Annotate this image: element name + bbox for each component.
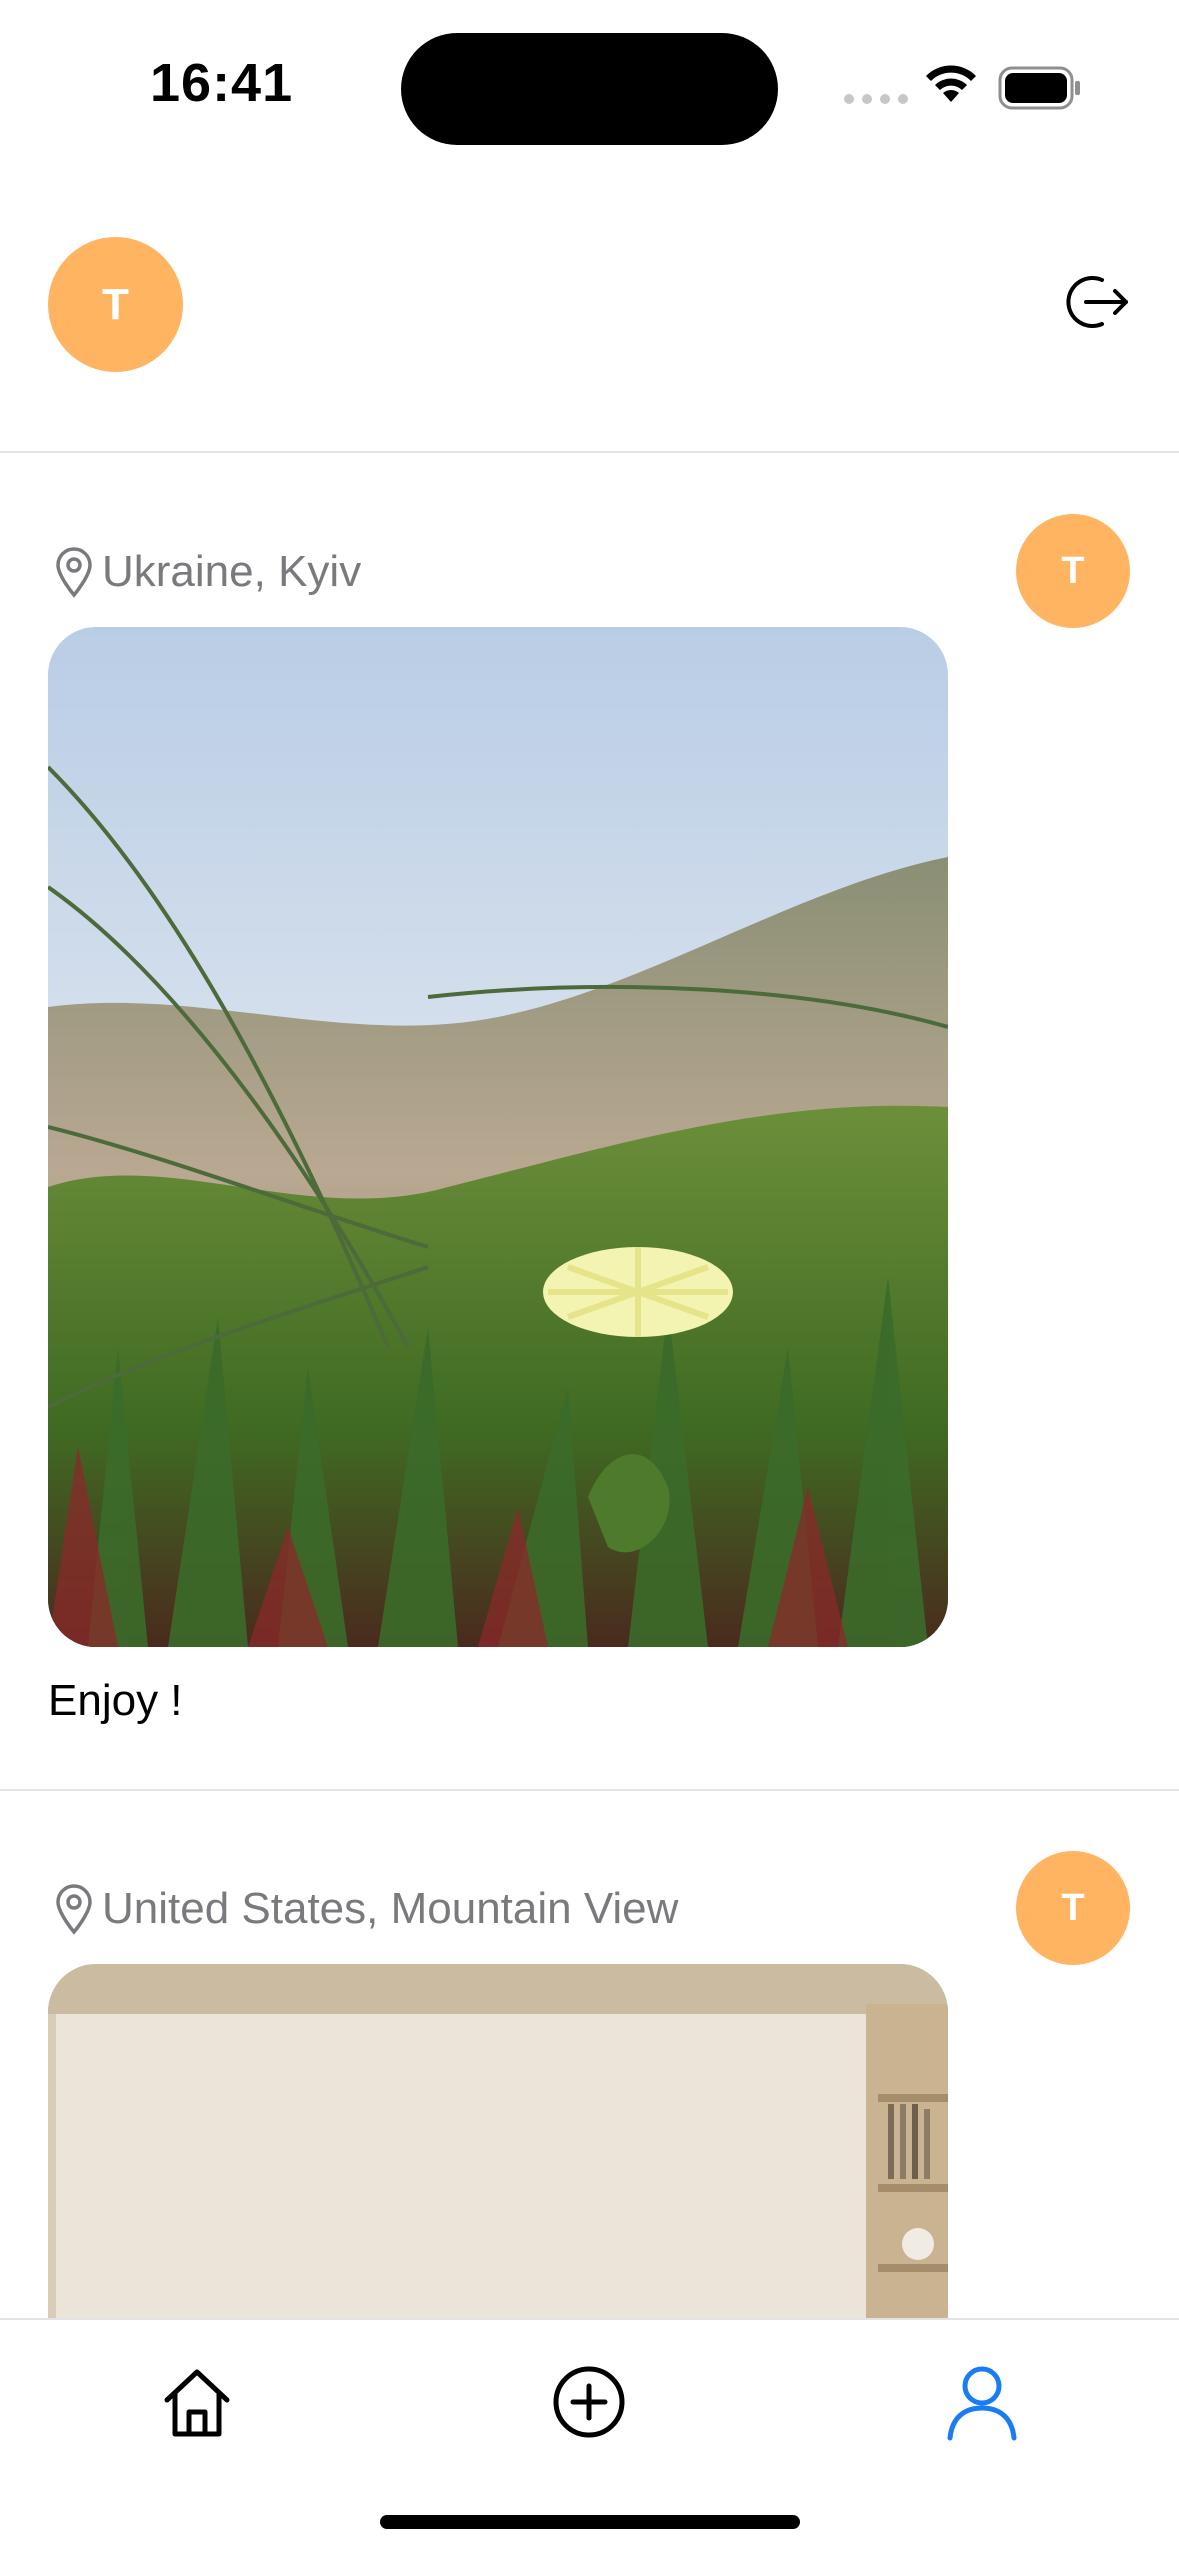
post-location: United States, Mountain View: [54, 1883, 678, 1935]
status-time: 16:41: [150, 53, 294, 113]
wifi-icon: [926, 65, 976, 102]
home-indicator[interactable]: [380, 2515, 800, 2529]
home-icon[interactable]: [157, 2362, 237, 2442]
location-pin-icon: [56, 1884, 92, 1935]
battery-icon: [998, 66, 1080, 110]
post-author-avatar[interactable]: T: [1016, 1851, 1130, 1965]
flower-photo-image: [48, 627, 948, 1647]
location-pin-icon: [56, 547, 92, 598]
post-author-avatar[interactable]: T: [1016, 514, 1130, 628]
post-caption: Enjoy !: [48, 1676, 183, 1725]
post-location-text: Ukraine, Kyiv: [102, 547, 362, 596]
post-photo[interactable]: [48, 627, 948, 1647]
header-divider: [0, 451, 1179, 453]
person-icon[interactable]: [942, 2362, 1022, 2442]
plus-circle-icon[interactable]: [549, 2362, 629, 2442]
post-divider: [0, 1789, 1179, 1791]
post-location: Ukraine, Kyiv: [54, 546, 361, 598]
post-location-text: United States, Mountain View: [102, 1884, 679, 1933]
profile-screen: 16:41 T Ukraine, Kyiv T Enjoy ! United S…: [0, 0, 1179, 2556]
cellular-signal-icon: [844, 94, 908, 104]
user-avatar[interactable]: T: [48, 237, 183, 372]
dynamic-island: [401, 33, 778, 145]
logout-icon[interactable]: [1060, 266, 1132, 338]
